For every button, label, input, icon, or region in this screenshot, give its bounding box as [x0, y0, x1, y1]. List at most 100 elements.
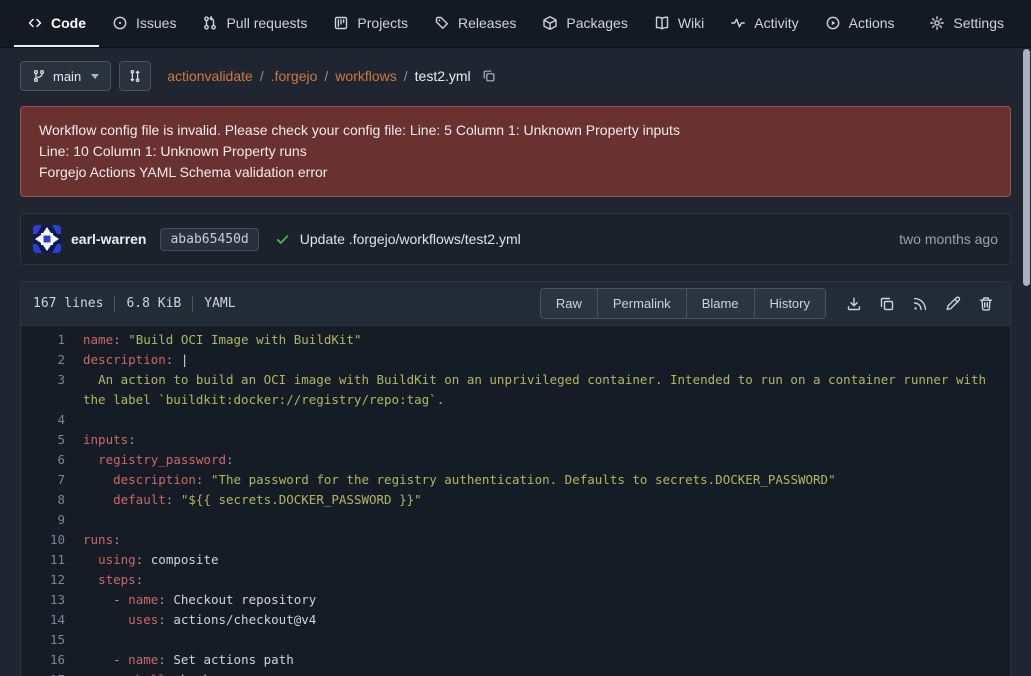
page-content: main actionvalidate / .forgejo / workflo…	[0, 60, 1031, 676]
pencil-icon	[945, 296, 961, 312]
permalink-button[interactable]: Permalink	[598, 289, 687, 318]
breadcrumb-dir-forgejo[interactable]: .forgejo	[271, 68, 318, 84]
tab-projects[interactable]: Projects	[320, 0, 421, 47]
copy-icon	[879, 296, 895, 312]
issues-icon	[112, 15, 128, 31]
download-button[interactable]	[846, 296, 862, 312]
file-size: 6.8 KiB	[126, 296, 181, 311]
line-number[interactable]: 10	[21, 530, 83, 550]
line-number[interactable]: 17	[21, 670, 83, 676]
tab-code[interactable]: Code	[14, 0, 99, 47]
code-line: 9	[21, 510, 1010, 530]
commit-author[interactable]: earl-warren	[71, 231, 146, 247]
repo-tab-bar: Code Issues Pull requests Projects Relea…	[0, 0, 1031, 48]
meta-divider	[114, 296, 115, 312]
history-button[interactable]: History	[755, 289, 825, 318]
line-number[interactable]: 9	[21, 510, 83, 530]
code-line: 16 - name: Set actions path	[21, 650, 1010, 670]
line-number[interactable]: 15	[21, 630, 83, 650]
tab-activity[interactable]: Activity	[717, 0, 811, 47]
blame-button[interactable]: Blame	[687, 289, 755, 318]
branch-icon	[32, 69, 46, 83]
commit-status-check-icon[interactable]	[275, 232, 290, 247]
tab-issues[interactable]: Issues	[99, 0, 189, 47]
tab-projects-label: Projects	[357, 15, 408, 31]
scrollbar-thumb[interactable]	[1023, 49, 1030, 286]
chevron-down-icon	[91, 74, 99, 79]
projects-icon	[333, 15, 349, 31]
breadcrumb-separator: /	[260, 68, 264, 84]
code-text: shell: bash	[83, 670, 1010, 676]
tab-wiki[interactable]: Wiki	[641, 0, 717, 47]
line-number[interactable]: 16	[21, 650, 83, 670]
compare-button[interactable]	[119, 61, 151, 91]
nav-right: Settings	[916, 0, 1017, 47]
error-line: Forgejo Actions YAML Schema validation e…	[39, 162, 992, 183]
tab-wiki-label: Wiki	[678, 15, 704, 31]
tab-settings[interactable]: Settings	[916, 0, 1017, 47]
breadcrumb-repo[interactable]: actionvalidate	[167, 68, 253, 84]
code-text: description: |	[83, 350, 1010, 370]
file-header: 167 lines 6.8 KiB YAML Raw Permalink Bla…	[21, 282, 1010, 326]
file-line-count: 167 lines	[33, 296, 103, 311]
tab-actions[interactable]: Actions	[812, 0, 908, 47]
code-text: name: "Build OCI Image with BuildKit"	[83, 330, 1010, 350]
edit-button[interactable]	[945, 296, 961, 312]
rss-feed-button[interactable]	[912, 296, 928, 312]
code-line: 13 - name: Checkout repository	[21, 590, 1010, 610]
line-number[interactable]: 4	[21, 410, 83, 430]
file-meta: 167 lines 6.8 KiB YAML	[33, 296, 236, 312]
breadcrumb-dir-workflows[interactable]: workflows	[335, 68, 396, 84]
breadcrumb-separator: /	[324, 68, 328, 84]
code-text: default: "${{ secrets.DOCKER_PASSWORD }}…	[83, 490, 1010, 510]
code-line: 6 registry_password:	[21, 450, 1010, 470]
line-number[interactable]: 13	[21, 590, 83, 610]
settings-icon	[929, 15, 945, 31]
branch-selector[interactable]: main	[20, 61, 111, 91]
line-number[interactable]: 3	[21, 370, 83, 410]
line-number[interactable]: 14	[21, 610, 83, 630]
avatar[interactable]	[33, 225, 61, 253]
code-text: uses: actions/checkout@v4	[83, 610, 1010, 630]
error-line: Line: 10 Column 1: Unknown Property runs	[39, 141, 992, 162]
tab-packages[interactable]: Packages	[529, 0, 640, 47]
line-number[interactable]: 5	[21, 430, 83, 450]
code-text: An action to build an OCI image with Bui…	[83, 370, 1010, 410]
breadcrumb-filename: test2.yml	[415, 68, 471, 84]
code-text: steps:	[83, 570, 1010, 590]
code-view: 1name: "Build OCI Image with BuildKit"2d…	[21, 326, 1010, 676]
activity-icon	[730, 15, 746, 31]
code-line: 10runs:	[21, 530, 1010, 550]
code-text: description: "The password for the regis…	[83, 470, 1010, 490]
branch-name: main	[53, 69, 81, 84]
line-number[interactable]: 6	[21, 450, 83, 470]
copy-path-icon[interactable]	[482, 69, 496, 83]
code-text: registry_password:	[83, 450, 1010, 470]
code-icon	[27, 15, 43, 31]
tab-pull-requests[interactable]: Pull requests	[189, 0, 320, 47]
file-view: 167 lines 6.8 KiB YAML Raw Permalink Bla…	[20, 281, 1011, 676]
packages-icon	[542, 15, 558, 31]
file-language: YAML	[204, 296, 235, 311]
delete-button[interactable]	[978, 296, 994, 312]
download-icon	[846, 296, 862, 312]
code-text	[83, 510, 1010, 530]
tab-packages-label: Packages	[566, 15, 627, 31]
line-number[interactable]: 1	[21, 330, 83, 350]
tab-releases[interactable]: Releases	[421, 0, 529, 47]
latest-commit-bar: earl-warren abab65450d Update .forgejo/w…	[20, 213, 1011, 265]
code-text	[83, 630, 1010, 650]
commit-hash[interactable]: abab65450d	[160, 228, 258, 251]
line-number[interactable]: 8	[21, 490, 83, 510]
commit-message[interactable]: Update .forgejo/workflows/test2.yml	[300, 231, 521, 247]
line-number[interactable]: 7	[21, 470, 83, 490]
line-number[interactable]: 2	[21, 350, 83, 370]
copy-content-button[interactable]	[879, 296, 895, 312]
line-number[interactable]: 11	[21, 550, 83, 570]
line-number[interactable]: 12	[21, 570, 83, 590]
code-line: 5inputs:	[21, 430, 1010, 450]
code-text: - name: Set actions path	[83, 650, 1010, 670]
raw-button[interactable]: Raw	[541, 289, 598, 318]
code-line: 17 shell: bash	[21, 670, 1010, 676]
trash-icon	[978, 296, 994, 312]
